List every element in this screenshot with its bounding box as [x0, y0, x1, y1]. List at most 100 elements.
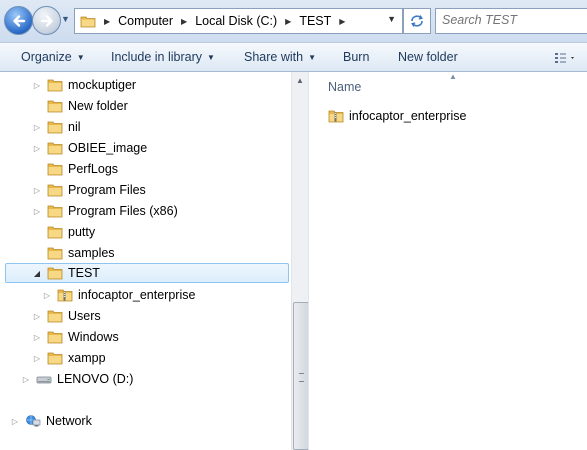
tree-item-putty[interactable]: putty — [32, 222, 95, 242]
expand-arrow-icon[interactable]: ▷ — [32, 186, 42, 195]
tree-item-obiee-image[interactable]: ▷ OBIEE_image — [32, 138, 147, 158]
burn-label: Burn — [343, 50, 370, 64]
forward-arrow-icon — [40, 14, 53, 27]
burn-button[interactable]: Burn — [343, 50, 369, 64]
tree-item-label: OBIEE_image — [68, 141, 148, 155]
expand-arrow-icon[interactable]: ▷ — [32, 312, 42, 321]
tree-item-lenovo-d[interactable]: ▷ LENOVO (D:) — [21, 369, 133, 389]
tree-item-windows[interactable]: ▷ Windows — [32, 327, 119, 347]
breadcrumb-separator-icon[interactable]: ▶ — [181, 17, 187, 26]
organize-label: Organize — [21, 50, 72, 64]
breadcrumb-separator-icon[interactable]: ▶ — [339, 17, 345, 26]
zip-folder-icon — [57, 289, 73, 302]
command-toolbar: Organize ▼ Include in library ▼ Share with… — [0, 43, 587, 72]
tree-item-label: PerfLogs — [68, 162, 119, 176]
tree-item-label: Network — [46, 414, 92, 428]
navigation-pane[interactable]: ▷ mockuptiger New folder ▷ nil ▷ OBIEE_i… — [0, 72, 292, 450]
tree-item-label: putty — [68, 225, 96, 239]
zip-folder-icon — [328, 110, 344, 123]
tree-item-label: xampp — [68, 351, 106, 365]
folder-icon — [47, 331, 63, 344]
breadcrumb-local-disk[interactable]: Local Disk (C:) — [195, 14, 277, 28]
tree-item-infocaptor-enterprise[interactable]: ▷ infocaptor_enterprise — [42, 285, 196, 305]
column-header-name[interactable]: Name — [328, 80, 361, 94]
tree-item-program-files-x86[interactable]: ▷ Program Files (x86) — [32, 201, 178, 221]
expand-arrow-icon[interactable]: ▷ — [21, 375, 31, 384]
file-item-infocaptor-enterprise[interactable]: infocaptor_enterprise — [328, 107, 466, 125]
tree-item-label: Program Files — [68, 183, 146, 197]
include-in-library-label: Include in library — [111, 50, 203, 64]
folder-icon — [80, 16, 96, 28]
organize-menu[interactable]: Organize ▼ — [21, 50, 85, 64]
tree-item-label: LENOVO (D:) — [57, 372, 134, 386]
refresh-button[interactable] — [403, 8, 431, 34]
include-in-library-menu[interactable]: Include in library ▼ — [111, 50, 215, 64]
tree-item-new-folder[interactable]: New folder — [32, 96, 128, 116]
expand-arrow-icon[interactable]: ▷ — [42, 291, 52, 300]
back-button[interactable] — [4, 6, 33, 35]
folder-icon — [47, 226, 63, 239]
sort-ascending-icon: ▲ — [449, 72, 457, 81]
breadcrumb[interactable]: ▶ Computer ▶ Local Disk (C:) ▶ TEST ▶ ▼ — [74, 8, 403, 34]
expand-arrow-icon[interactable]: ▷ — [32, 207, 42, 216]
expand-arrow-icon[interactable]: ▷ — [32, 144, 42, 153]
tree-item-label: Windows — [68, 330, 119, 344]
file-item-label: infocaptor_enterprise — [349, 109, 467, 123]
recent-pages-dropdown[interactable]: ▼ — [61, 14, 71, 26]
tree-item-label: New folder — [68, 99, 128, 113]
tree-item-network[interactable]: ▷ Network — [10, 411, 92, 431]
folder-icon — [47, 310, 63, 323]
tree-item-perflogs[interactable]: PerfLogs — [32, 159, 118, 179]
tree-item-users[interactable]: ▷ Users — [32, 306, 101, 326]
navigation-scrollbar[interactable]: ▲ — [291, 72, 309, 450]
chevron-down-icon: ▼ — [207, 53, 215, 62]
search-box[interactable] — [435, 8, 587, 34]
share-with-label: Share with — [244, 50, 304, 64]
change-view-icon[interactable] — [554, 51, 578, 65]
back-arrow-icon — [12, 14, 25, 27]
tree-item-label: mockuptiger — [68, 78, 137, 92]
folder-icon — [47, 184, 63, 197]
tree-item-label: infocaptor_enterprise — [78, 288, 196, 302]
chevron-down-icon: ▼ — [76, 53, 85, 62]
expand-arrow-icon[interactable]: ▷ — [32, 123, 42, 132]
drive-icon — [36, 376, 52, 384]
share-with-menu[interactable]: Share with ▼ — [244, 50, 316, 64]
tree-item-samples[interactable]: samples — [32, 243, 115, 263]
tree-item-nil[interactable]: ▷ nil — [32, 117, 81, 137]
tree-item-test[interactable]: ◢ TEST — [5, 263, 289, 283]
folder-icon — [47, 352, 63, 365]
tree-item-xampp[interactable]: ▷ xampp — [32, 348, 106, 368]
folder-icon — [47, 79, 63, 92]
address-history-dropdown[interactable]: ▼ — [387, 14, 396, 24]
breadcrumb-separator-icon[interactable]: ▶ — [104, 17, 110, 26]
file-list-pane[interactable]: ▲ Name infocaptor_enterprise — [308, 72, 587, 450]
breadcrumb-test[interactable]: TEST — [299, 14, 331, 28]
forward-button[interactable] — [32, 6, 61, 35]
folder-icon — [47, 205, 63, 218]
breadcrumb-separator-icon[interactable]: ▶ — [285, 17, 291, 26]
tree-item-label: TEST — [68, 266, 100, 280]
breadcrumb-computer[interactable]: Computer — [118, 14, 173, 28]
folder-icon — [47, 247, 63, 260]
expand-arrow-icon[interactable]: ▷ — [32, 81, 42, 90]
scroll-up-arrow-icon[interactable]: ▲ — [296, 76, 304, 85]
collapse-arrow-icon[interactable]: ◢ — [32, 269, 42, 278]
expand-arrow-icon[interactable]: ▷ — [32, 354, 42, 363]
folder-icon — [47, 267, 63, 280]
tree-item-label: Users — [68, 309, 101, 323]
address-bar: ▼ ▶ Computer ▶ Local Disk (C:) ▶ TEST ▶ … — [0, 0, 587, 43]
scrollbar-thumb[interactable] — [293, 302, 309, 450]
folder-icon — [47, 163, 63, 176]
tree-item-label: nil — [68, 120, 81, 134]
search-input[interactable] — [436, 9, 582, 31]
new-folder-button[interactable]: New folder — [398, 50, 458, 64]
network-icon — [26, 415, 41, 427]
folder-icon — [47, 121, 63, 134]
expand-arrow-icon[interactable]: ▷ — [10, 417, 20, 426]
tree-item-mockuptiger[interactable]: ▷ mockuptiger — [32, 75, 136, 95]
tree-item-label: samples — [68, 246, 115, 260]
expand-arrow-icon[interactable]: ▷ — [32, 333, 42, 342]
folder-icon — [47, 142, 63, 155]
tree-item-program-files[interactable]: ▷ Program Files — [32, 180, 146, 200]
